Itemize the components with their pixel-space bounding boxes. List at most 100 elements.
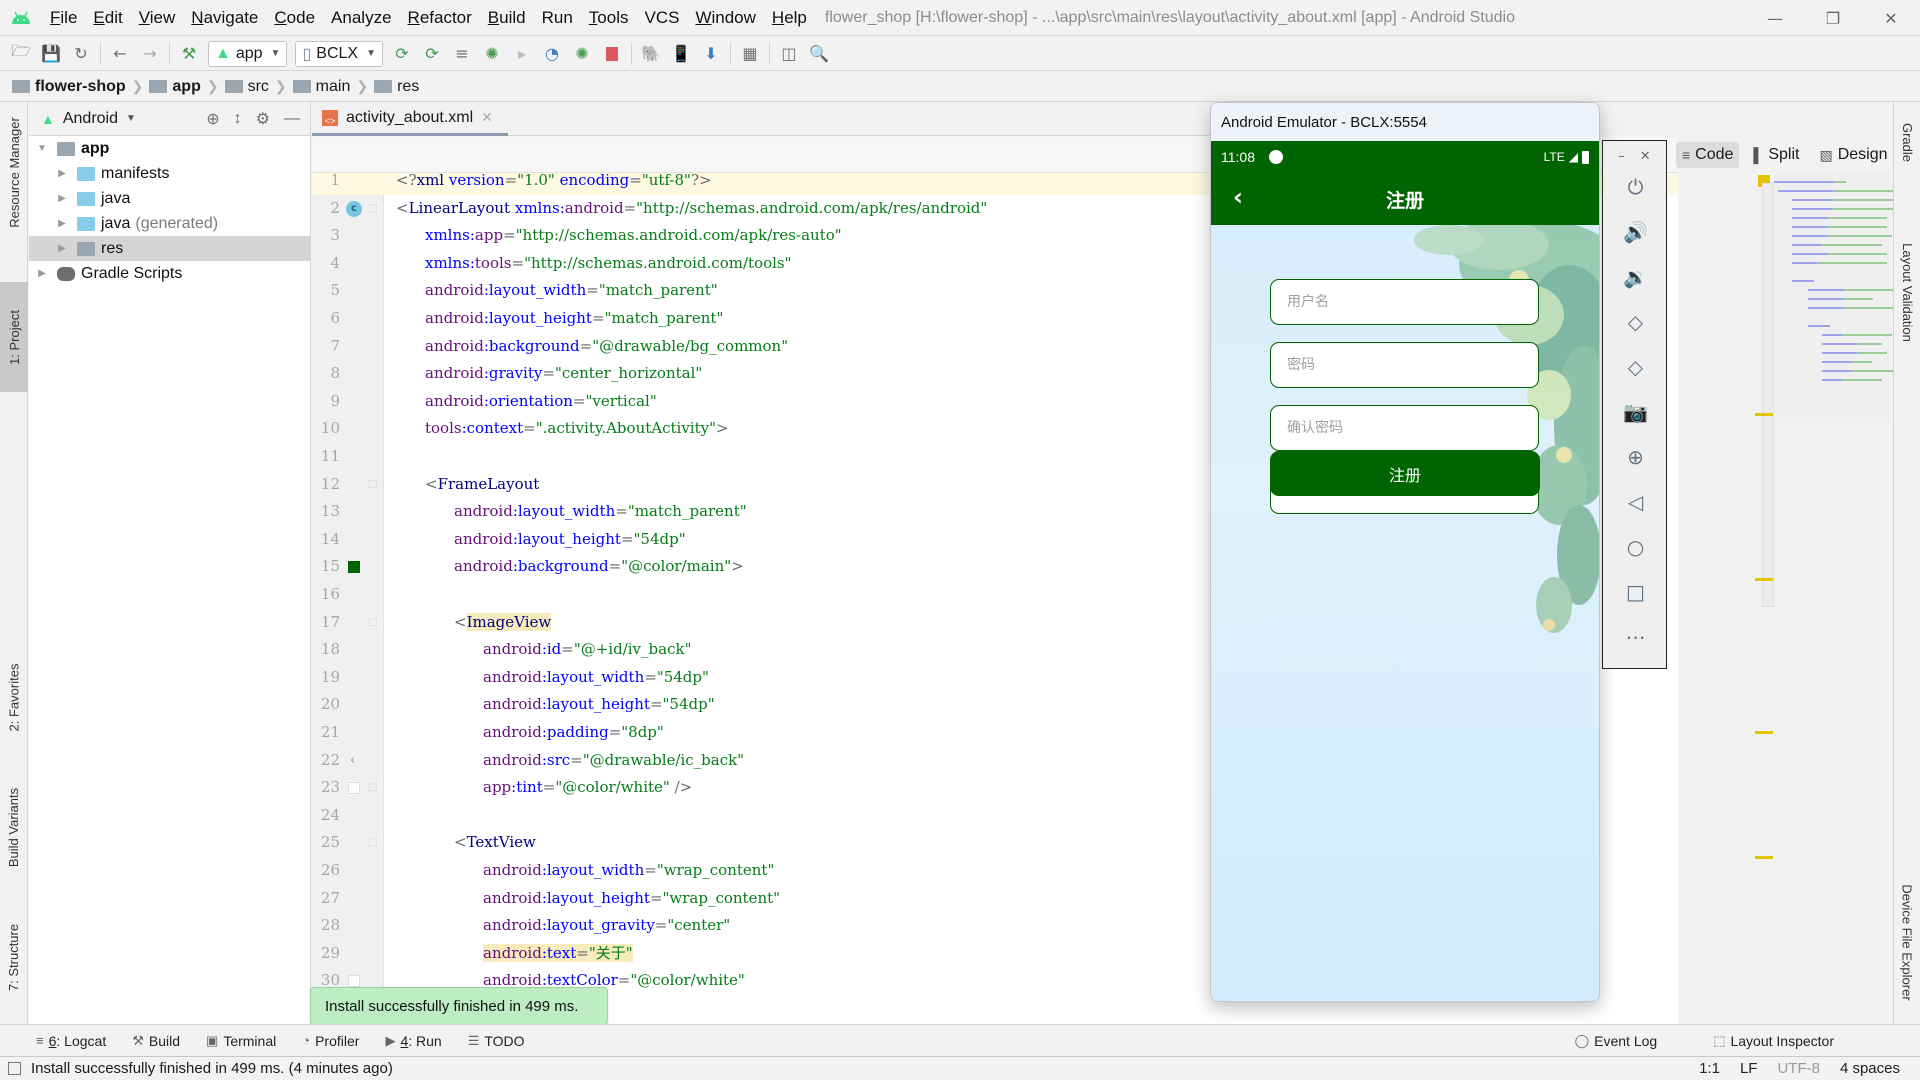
project-structure-icon[interactable]: ▦ (735, 41, 765, 67)
install-notification-balloon[interactable]: Install successfully finished in 499 ms. (310, 987, 608, 1033)
hide-panel-icon[interactable]: — (284, 110, 300, 128)
chevron-right-icon[interactable]: ▶ (55, 243, 69, 254)
overview-icon[interactable]: □ (1603, 569, 1668, 614)
tool-window-terminal[interactable]: ▣ Terminal (206, 1033, 276, 1049)
chevron-right-icon[interactable]: ▶ (55, 168, 69, 179)
tab-gradle[interactable]: Gradle (1894, 102, 1920, 182)
emulator-minimize-icon[interactable]: – (1618, 149, 1625, 164)
breadcrumb-item[interactable]: app (149, 78, 201, 96)
gear-icon[interactable]: ⚙ (256, 109, 270, 129)
breadcrumb-item[interactable]: flower-shop (12, 78, 126, 96)
menu-run[interactable]: Run (534, 8, 581, 28)
sdk-manager-icon[interactable]: ⬇ (696, 41, 726, 67)
volume-up-icon[interactable]: 🔊 (1603, 209, 1668, 254)
stop-icon[interactable] (597, 41, 627, 67)
apply-changes-icon[interactable]: ⟳ (387, 41, 417, 67)
fold-icon[interactable]: ⬚ (368, 829, 377, 857)
warning-marker[interactable] (1755, 578, 1773, 581)
save-icon[interactable]: 💾 (36, 41, 66, 67)
color-swatch-icon[interactable] (348, 561, 360, 574)
color-swatch-icon[interactable] (348, 782, 360, 795)
debug-attach-icon[interactable]: ✺ (567, 41, 597, 67)
rotate-right-icon[interactable]: ◇ (1603, 344, 1668, 389)
text-field[interactable] (1270, 279, 1539, 325)
menu-file[interactable]: File (42, 8, 85, 28)
rotate-left-icon[interactable]: ◇ (1603, 299, 1668, 344)
collapse-all-icon[interactable]: ↕ (234, 110, 242, 128)
tab-split[interactable]: ▌ Split (1747, 142, 1805, 168)
breadcrumb-item[interactable]: main (292, 78, 350, 96)
text-field[interactable] (1270, 342, 1539, 388)
tool-window-profiler[interactable]: ◔ Profiler (302, 1033, 359, 1049)
device-screen[interactable]: 11:08 LTE ◢ ‹ 注册 用户名 收货地址 注册 (1211, 141, 1599, 1001)
close-tab-icon[interactable]: ✕ (481, 109, 493, 126)
menu-vcs[interactable]: VCS (636, 8, 687, 28)
tool-window-build[interactable]: ⚒ Build (132, 1033, 180, 1049)
run-configuration-dropdown[interactable]: ▲ app ▼ (208, 40, 288, 67)
field-input[interactable] (1287, 357, 1538, 373)
warning-marker[interactable] (1755, 731, 1773, 734)
tree-item[interactable]: ▶ java (generated) (29, 211, 310, 236)
line-separator[interactable]: LF (1740, 1060, 1758, 1077)
field-input[interactable] (1287, 420, 1538, 436)
warning-marker[interactable] (1755, 413, 1773, 416)
tree-item[interactable]: ▶ manifests (29, 161, 310, 186)
sync-icon[interactable]: ↻ (66, 41, 96, 67)
menu-view[interactable]: View (131, 8, 184, 28)
close-window-button[interactable]: ✕ (1862, 0, 1920, 36)
terminal-icon[interactable]: ◫ (774, 41, 804, 67)
menu-tools[interactable]: Tools (581, 8, 637, 28)
warning-marker[interactable] (1755, 856, 1773, 859)
tool-window-todo[interactable]: ☰ TODO (468, 1033, 525, 1049)
open-folder-icon[interactable]: 🗁 (6, 41, 36, 67)
tab-device-file-explorer[interactable]: Device File Explorer (1894, 862, 1920, 1022)
file-encoding[interactable]: UTF-8 (1777, 1060, 1820, 1077)
camera-icon[interactable]: 📷 (1603, 389, 1668, 434)
fold-icon[interactable]: ⬚ (368, 609, 377, 637)
back-icon[interactable]: ◁ (1603, 479, 1668, 524)
back-icon[interactable]: ‹ (1233, 185, 1249, 209)
tree-item[interactable]: ▶ java (29, 186, 310, 211)
tab-activity-about-xml[interactable]: <> activity_about.xml ✕ (312, 102, 508, 136)
minimize-button[interactable]: — (1746, 0, 1804, 36)
tab-layout-validation[interactable]: Layout Validation (1894, 212, 1920, 372)
register-button[interactable]: 注册 (1270, 451, 1540, 496)
breadcrumb-item[interactable]: src (224, 78, 269, 96)
tree-item[interactable]: ▶ res (29, 236, 310, 261)
debug-icon[interactable]: ✺ (477, 41, 507, 67)
menu-refactor[interactable]: Refactor (400, 8, 480, 28)
more-icon[interactable]: ⋯ (1603, 614, 1668, 659)
apply-code-changes-icon[interactable]: ⟳ (417, 41, 447, 67)
menu-help[interactable]: Help (764, 8, 815, 28)
forward-arrow-icon[interactable]: → (135, 41, 165, 67)
image-preview-icon[interactable]: ‹ (350, 747, 355, 775)
tab-structure[interactable]: 7: Structure (0, 902, 28, 1012)
search-icon[interactable]: 🔍 (804, 41, 834, 67)
chevron-right-icon[interactable]: ▶ (35, 268, 49, 279)
tab-design[interactable]: ▧ Design (1813, 142, 1893, 168)
toggle-tool-windows-icon[interactable] (8, 1062, 21, 1075)
profiler-icon[interactable]: ◔ (537, 41, 567, 67)
run-tests-list-icon[interactable]: ≡ (447, 41, 477, 67)
fold-icon[interactable]: ⬚ (368, 471, 377, 499)
tool-window-layout-inspector[interactable]: ⬚ Layout Inspector (1713, 1033, 1834, 1049)
field-input[interactable] (1287, 294, 1538, 310)
build-hammer-icon[interactable]: ⚒ (174, 41, 204, 67)
tool-window-logcat[interactable]: ≡ 6: Logcat (36, 1033, 106, 1049)
fold-icon[interactable]: ⬚ (368, 774, 377, 802)
chevron-down-icon[interactable]: ▼ (35, 143, 49, 154)
class-marker-icon[interactable]: c (346, 200, 362, 217)
tab-build-variants[interactable]: Build Variants (0, 772, 28, 882)
chevron-down-icon[interactable]: ▼ (126, 113, 136, 124)
tree-item[interactable]: ▶ Gradle Scripts (29, 261, 310, 286)
tab-code[interactable]: ≡ Code (1676, 142, 1740, 168)
emulator-close-icon[interactable]: ✕ (1640, 149, 1651, 164)
back-arrow-icon[interactable]: ← (105, 41, 135, 67)
caret-position[interactable]: 1:1 (1699, 1060, 1720, 1077)
breadcrumb-item[interactable]: res (374, 78, 419, 96)
tab-project[interactable]: 1: Project (0, 282, 28, 392)
power-icon[interactable]: ⏻ (1603, 164, 1668, 209)
fold-icon[interactable]: ⬚ (368, 195, 377, 223)
menu-analyze[interactable]: Analyze (323, 8, 399, 28)
zoom-icon[interactable]: ⊕ (1603, 434, 1668, 479)
